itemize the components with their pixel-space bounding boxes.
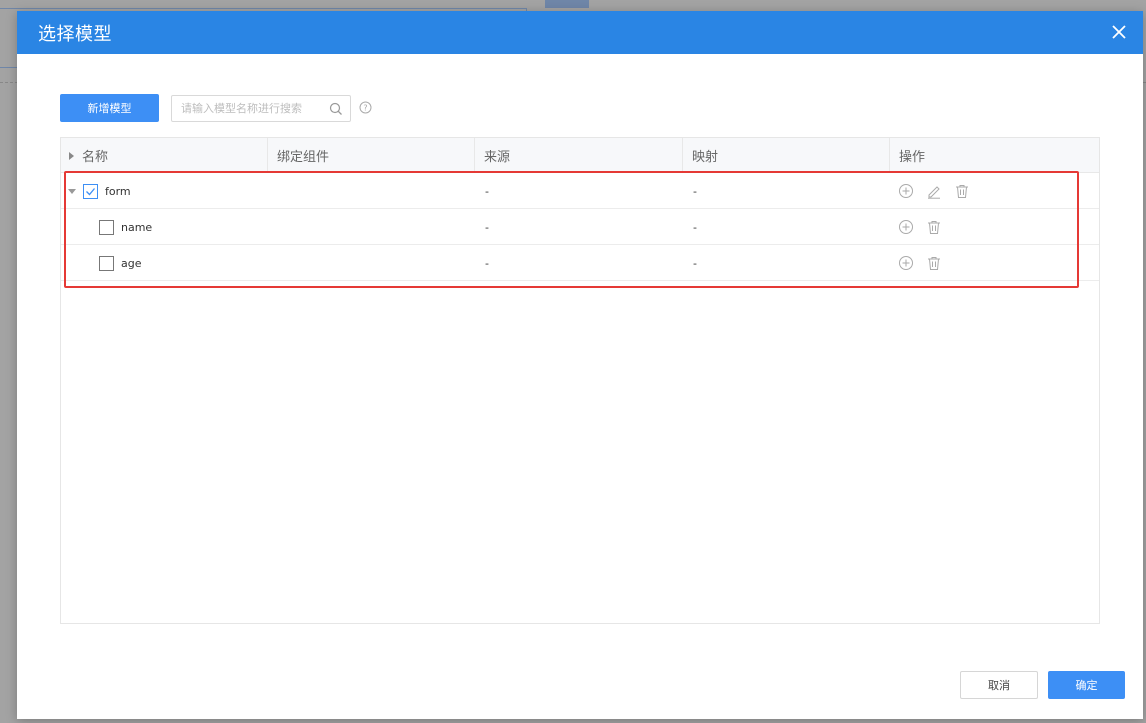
row-checkbox[interactable] bbox=[99, 255, 114, 271]
add-icon[interactable] bbox=[898, 255, 914, 271]
cell-component bbox=[268, 209, 475, 245]
column-label: 映射 bbox=[692, 150, 719, 165]
cell-name: form bbox=[61, 173, 268, 209]
column-label: 操作 bbox=[899, 150, 926, 165]
add-icon[interactable] bbox=[898, 183, 914, 199]
cell-mapping: - bbox=[693, 220, 697, 234]
cell-name: name bbox=[61, 209, 268, 245]
select-model-dialog: 选择模型 新增模型 ? 名称 绑定组件 来源 bbox=[17, 11, 1143, 719]
search-input[interactable] bbox=[172, 96, 322, 120]
dialog-title: 选择模型 bbox=[38, 23, 112, 45]
column-header-actions: 操作 bbox=[890, 138, 1099, 173]
table-header: 名称 绑定组件 来源 映射 操作 bbox=[61, 138, 1099, 173]
toolbar: 新增模型 ? bbox=[60, 94, 372, 122]
row-name: name bbox=[121, 220, 153, 234]
row-name: form bbox=[105, 184, 131, 198]
cell-mapping: - bbox=[693, 184, 697, 198]
row-name: age bbox=[121, 256, 142, 270]
cell-component bbox=[268, 173, 475, 209]
cell-actions bbox=[890, 245, 1099, 281]
cell-actions bbox=[890, 173, 1099, 209]
cell-name: age bbox=[61, 245, 268, 281]
help-icon[interactable]: ? bbox=[359, 101, 372, 114]
row-checkbox[interactable] bbox=[99, 219, 114, 235]
column-label: 名称 bbox=[82, 150, 109, 165]
svg-text:?: ? bbox=[363, 103, 367, 112]
cell-mapping: - bbox=[693, 256, 697, 270]
column-header-mapping: 映射 bbox=[683, 138, 890, 173]
model-table: 名称 绑定组件 来源 映射 操作 form - - name - - age -… bbox=[60, 137, 1100, 624]
dialog-header: 选择模型 bbox=[17, 11, 1143, 54]
close-icon bbox=[1112, 25, 1126, 39]
search-icon[interactable] bbox=[329, 102, 343, 116]
table-row: age - - bbox=[61, 245, 1099, 281]
table-row: form - - bbox=[61, 173, 1099, 209]
column-label: 来源 bbox=[484, 150, 511, 165]
cancel-button[interactable]: 取消 bbox=[960, 671, 1038, 699]
cell-actions bbox=[890, 209, 1099, 245]
confirm-button[interactable]: 确定 bbox=[1048, 671, 1125, 699]
column-header-source: 来源 bbox=[475, 138, 683, 173]
delete-icon[interactable] bbox=[926, 219, 942, 235]
cell-source: - bbox=[485, 256, 489, 270]
column-label: 绑定组件 bbox=[277, 150, 330, 165]
check-icon bbox=[86, 187, 95, 195]
cell-component bbox=[268, 245, 475, 281]
cell-source: - bbox=[485, 184, 489, 198]
background-chip bbox=[545, 0, 589, 8]
cell-source: - bbox=[485, 220, 489, 234]
search-box bbox=[171, 94, 351, 122]
add-icon[interactable] bbox=[898, 219, 914, 235]
row-checkbox[interactable] bbox=[83, 183, 98, 199]
edit-icon[interactable] bbox=[926, 183, 942, 199]
collapse-arrow-icon[interactable] bbox=[68, 188, 76, 194]
close-button[interactable] bbox=[1109, 22, 1129, 42]
column-header-name: 名称 bbox=[61, 138, 268, 173]
add-model-button[interactable]: 新增模型 bbox=[60, 94, 159, 122]
table-row: name - - bbox=[61, 209, 1099, 245]
delete-icon[interactable] bbox=[926, 255, 942, 271]
delete-icon[interactable] bbox=[954, 183, 970, 199]
expand-all-icon[interactable] bbox=[69, 151, 74, 160]
column-header-component: 绑定组件 bbox=[268, 138, 475, 173]
